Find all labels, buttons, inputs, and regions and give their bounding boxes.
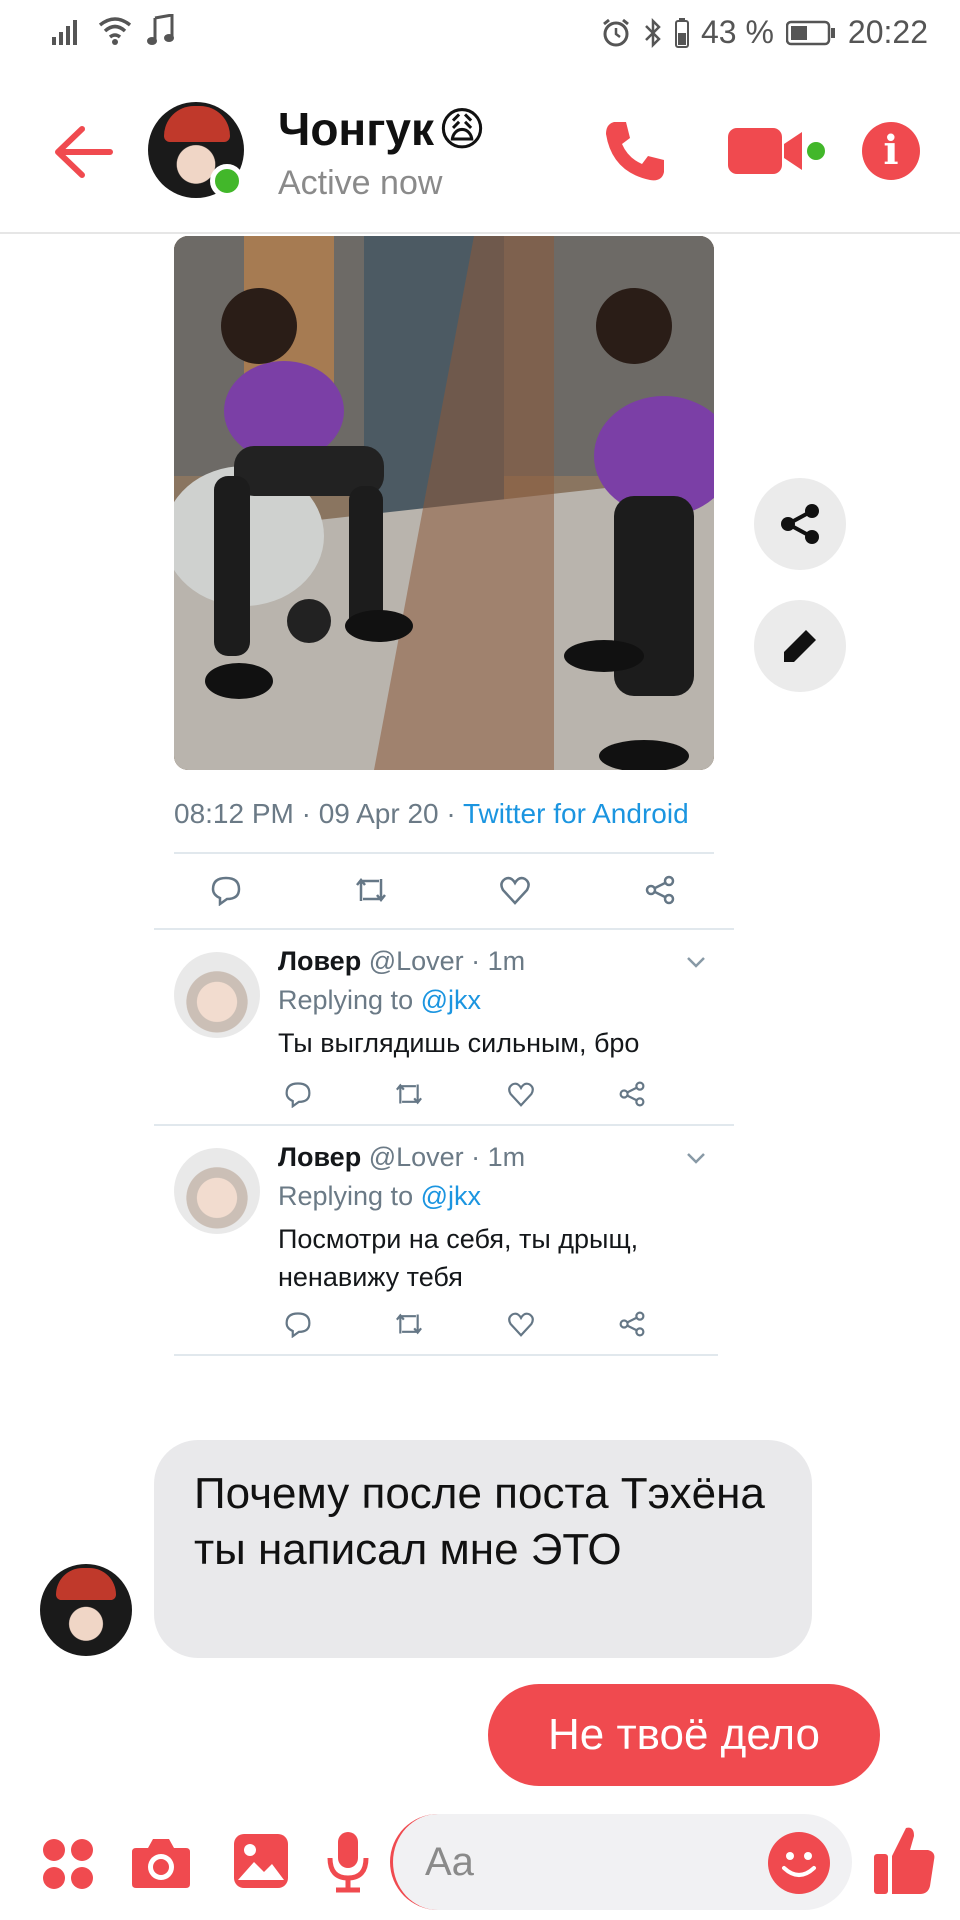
- camera-icon[interactable]: [130, 1834, 192, 1890]
- tweet-share-icon[interactable]: [642, 872, 678, 908]
- chevron-down-icon[interactable]: [684, 950, 708, 974]
- reply-author: Ловер: [278, 1142, 362, 1172]
- thumbs-up-icon[interactable]: [872, 1822, 936, 1898]
- back-arrow-icon[interactable]: [50, 119, 116, 185]
- reply-header: Ловер @Lover · 1m: [278, 946, 698, 977]
- replying-to: Replying to @jkx: [278, 1181, 698, 1212]
- pencil-icon: [784, 630, 816, 662]
- tweet-share-icon[interactable]: [614, 1306, 650, 1342]
- tweet-source[interactable]: Twitter for Android: [463, 798, 689, 829]
- reply-author: Ловер: [278, 946, 362, 976]
- reply-icon[interactable]: [280, 1076, 316, 1112]
- apps-icon[interactable]: [40, 1836, 96, 1892]
- reply-text: Посмотри на себя, ты дрыщ, ненавижу тебя: [278, 1224, 639, 1292]
- info-icon[interactable]: i: [862, 122, 920, 180]
- divider: [174, 852, 714, 854]
- tweet-timestamp: 08:12 PM · 09 Apr 20 ·: [174, 798, 463, 829]
- battery-percent: 43 %: [700, 14, 774, 50]
- reply-actions: [280, 1306, 650, 1342]
- microphone-icon[interactable]: [326, 1830, 370, 1894]
- tweet-meta: 08:12 PM · 09 Apr 20 · Twitter for Andro…: [174, 798, 689, 830]
- gallery-icon[interactable]: [232, 1832, 290, 1890]
- reply-avatar[interactable]: [174, 952, 260, 1038]
- signal-icon: [52, 20, 77, 45]
- composer-bar: [0, 1808, 960, 1920]
- reply-text: Ты выглядишь сильным, бро: [278, 1028, 640, 1058]
- reply-icon[interactable]: [208, 872, 244, 908]
- replying-handle[interactable]: @jkx: [421, 985, 481, 1015]
- contact-name[interactable]: Чонгук 😩: [278, 102, 486, 156]
- replying-handle[interactable]: @jkx: [421, 1181, 481, 1211]
- contact-name-text: Чонгук: [278, 103, 434, 155]
- incoming-message[interactable]: Почему после поста Тэхёна ты написал мне…: [154, 1440, 812, 1658]
- like-icon[interactable]: [497, 872, 533, 908]
- wifi-icon: [98, 17, 132, 45]
- bluetooth-icon: [645, 17, 661, 48]
- reply-header: Ловер @Lover · 1m: [278, 1142, 698, 1173]
- emoji-icon[interactable]: [768, 1832, 830, 1894]
- divider: [154, 1124, 734, 1126]
- status-left: [52, 14, 174, 46]
- divider: [154, 928, 734, 930]
- video-call-icon[interactable]: [726, 122, 826, 182]
- reply-icon[interactable]: [280, 1306, 316, 1342]
- tweet-photo[interactable]: [174, 236, 714, 770]
- like-icon[interactable]: [503, 1306, 539, 1342]
- retweet-icon[interactable]: [391, 1306, 427, 1342]
- reply-actions: [280, 1076, 650, 1112]
- replying-label: Replying to: [278, 985, 421, 1015]
- weary-face-emoji: 😩: [437, 103, 486, 155]
- share-button[interactable]: [754, 478, 846, 570]
- divider: [174, 1354, 718, 1356]
- retweet-icon[interactable]: [353, 872, 389, 908]
- share-icon: [781, 504, 819, 544]
- tweet-share-icon[interactable]: [614, 1076, 650, 1112]
- online-indicator: [210, 164, 244, 198]
- replying-label: Replying to: [278, 1181, 421, 1211]
- retweet-icon[interactable]: [391, 1076, 427, 1112]
- battery-icon: [785, 20, 835, 45]
- alarm-icon: [603, 18, 629, 46]
- active-status: Active now: [278, 164, 443, 202]
- clock: 20:22: [847, 14, 928, 50]
- outgoing-message[interactable]: Не твоё дело: [488, 1684, 880, 1786]
- status-right: 43 % 20:22: [601, 14, 928, 51]
- reply-body: Ловер @Lover · 1m Replying to @jkx Посмо…: [278, 1142, 698, 1296]
- battery-small-icon: [674, 17, 689, 48]
- tweet-actions: [208, 872, 678, 908]
- edit-button[interactable]: [754, 600, 846, 692]
- reply-avatar[interactable]: [174, 1148, 260, 1234]
- reply-meta: @Lover · 1m: [361, 946, 526, 976]
- chevron-down-icon[interactable]: [684, 1146, 708, 1170]
- music-note-icon: [147, 14, 174, 45]
- like-icon[interactable]: [503, 1076, 539, 1112]
- status-bar: 43 % 20:22: [0, 0, 960, 64]
- replying-to: Replying to @jkx: [278, 985, 698, 1016]
- phone-call-icon[interactable]: [600, 116, 670, 186]
- reply-meta: @Lover · 1m: [361, 1142, 526, 1172]
- sender-avatar[interactable]: [40, 1564, 132, 1656]
- reply-body: Ловер @Lover · 1m Replying to @jkx Ты вы…: [278, 946, 698, 1062]
- chat-header: Чонгук 😩 Active now i: [0, 64, 960, 234]
